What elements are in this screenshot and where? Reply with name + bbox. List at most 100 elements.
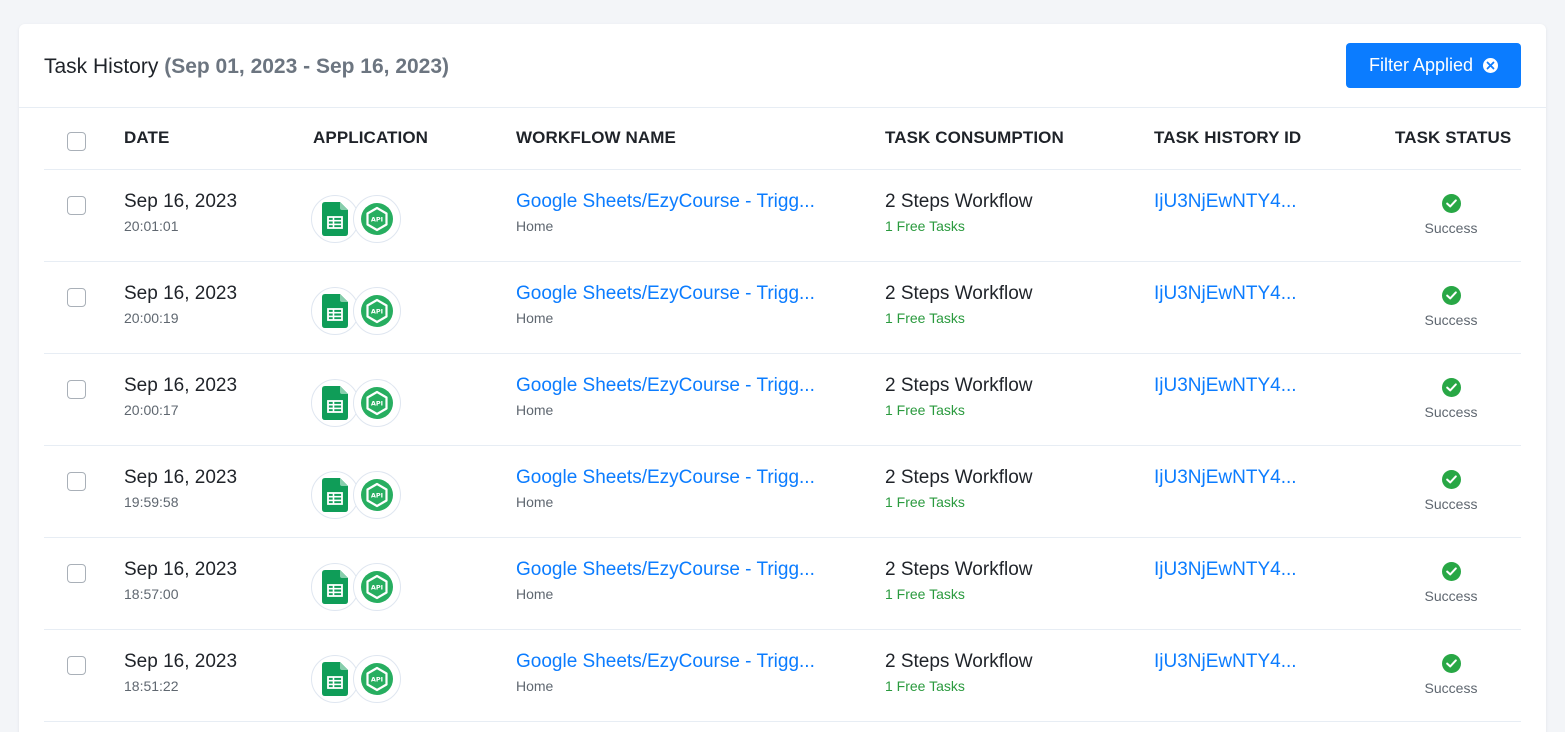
free-tasks-count: 1 Free Tasks bbox=[885, 586, 965, 602]
workflow-name-link[interactable]: Google Sheets/EzyCourse - Trigg... bbox=[516, 467, 815, 489]
free-tasks-count: 1 Free Tasks bbox=[885, 678, 965, 694]
table-row: Sep 16, 2023 20:01:01 API Google Sheets/… bbox=[44, 170, 1521, 262]
task-status: Success bbox=[1394, 654, 1508, 704]
workflow-name-link[interactable]: Google Sheets/EzyCourse - Trigg... bbox=[516, 191, 815, 213]
task-history-table: DATE APPLICATION WORKFLOW NAME TASK CONS… bbox=[44, 108, 1521, 722]
svg-text:API: API bbox=[371, 308, 383, 316]
free-tasks-count: 1 Free Tasks bbox=[885, 310, 965, 326]
column-header-task-consumption: TASK CONSUMPTION bbox=[885, 128, 1064, 147]
task-consumption: 2 Steps Workflow bbox=[885, 651, 1033, 672]
table-row: Sep 16, 2023 20:00:19 API Google Sheets/… bbox=[44, 262, 1521, 354]
select-all-checkbox[interactable] bbox=[67, 132, 86, 151]
workflow-folder: Home bbox=[516, 402, 554, 418]
status-label: Success bbox=[1424, 680, 1478, 696]
workflow-folder: Home bbox=[516, 218, 554, 234]
task-history-card: Task History (Sep 01, 2023 - Sep 16, 202… bbox=[19, 24, 1546, 732]
filter-applied-label: Filter Applied bbox=[1368, 55, 1474, 75]
table-row: Sep 16, 2023 20:00:17 API Google Sheets/… bbox=[44, 354, 1521, 446]
svg-text:API: API bbox=[371, 492, 383, 500]
free-tasks-count: 1 Free Tasks bbox=[885, 494, 965, 510]
svg-text:API: API bbox=[371, 676, 383, 684]
google-sheets-icon bbox=[311, 563, 359, 611]
row-time: 19:59:58 bbox=[124, 494, 179, 510]
svg-text:API: API bbox=[371, 584, 383, 592]
status-label: Success bbox=[1424, 496, 1478, 512]
task-status: Success bbox=[1394, 470, 1508, 520]
card-header: Task History (Sep 01, 2023 - Sep 16, 202… bbox=[19, 24, 1546, 108]
row-applications: API bbox=[311, 655, 406, 705]
google-sheets-icon bbox=[311, 471, 359, 519]
api-icon: API bbox=[353, 563, 401, 611]
success-check-icon bbox=[1442, 378, 1461, 397]
google-sheets-icon bbox=[311, 195, 359, 243]
api-icon: API bbox=[353, 471, 401, 519]
row-time: 18:51:22 bbox=[124, 678, 179, 694]
status-label: Success bbox=[1424, 588, 1478, 604]
task-history-id-link[interactable]: IjU3NjEwNTY4... bbox=[1154, 191, 1297, 213]
task-consumption: 2 Steps Workflow bbox=[885, 559, 1033, 580]
task-consumption: 2 Steps Workflow bbox=[885, 467, 1033, 488]
workflow-name-link[interactable]: Google Sheets/EzyCourse - Trigg... bbox=[516, 651, 815, 673]
date-range: (Sep 01, 2023 - Sep 16, 2023) bbox=[164, 55, 450, 78]
task-history-id-link[interactable]: IjU3NjEwNTY4... bbox=[1154, 283, 1297, 305]
table-row: Sep 16, 2023 18:57:00 API Google Sheets/… bbox=[44, 538, 1521, 630]
task-consumption: 2 Steps Workflow bbox=[885, 191, 1033, 212]
row-time: 18:57:00 bbox=[124, 586, 179, 602]
row-date: Sep 16, 2023 bbox=[124, 467, 238, 488]
table-row: Sep 16, 2023 18:51:22 API Google Sheets/… bbox=[44, 630, 1521, 722]
row-checkbox[interactable] bbox=[67, 288, 86, 307]
success-check-icon bbox=[1442, 194, 1461, 213]
google-sheets-icon bbox=[311, 379, 359, 427]
free-tasks-count: 1 Free Tasks bbox=[885, 218, 965, 234]
page-title: Task History (Sep 01, 2023 - Sep 16, 202… bbox=[44, 54, 449, 80]
column-header-workflow-name: WORKFLOW NAME bbox=[516, 128, 676, 147]
column-header-task-status: TASK STATUS bbox=[1395, 128, 1512, 147]
row-time: 20:00:17 bbox=[124, 402, 179, 418]
status-label: Success bbox=[1424, 312, 1478, 328]
success-check-icon bbox=[1442, 562, 1461, 581]
success-check-icon bbox=[1442, 286, 1461, 305]
task-history-id-link[interactable]: IjU3NjEwNTY4... bbox=[1154, 559, 1297, 581]
column-header-date: DATE bbox=[124, 128, 170, 147]
task-consumption: 2 Steps Workflow bbox=[885, 375, 1033, 396]
row-time: 20:01:01 bbox=[124, 218, 179, 234]
free-tasks-count: 1 Free Tasks bbox=[885, 402, 965, 418]
row-checkbox[interactable] bbox=[67, 564, 86, 583]
row-date: Sep 16, 2023 bbox=[124, 191, 238, 212]
task-history-id-link[interactable]: IjU3NjEwNTY4... bbox=[1154, 375, 1297, 397]
table-header-row: DATE APPLICATION WORKFLOW NAME TASK CONS… bbox=[44, 108, 1521, 170]
success-check-icon bbox=[1442, 654, 1461, 673]
workflow-name-link[interactable]: Google Sheets/EzyCourse - Trigg... bbox=[516, 375, 815, 397]
status-label: Success bbox=[1424, 404, 1478, 420]
workflow-folder: Home bbox=[516, 678, 554, 694]
workflow-name-link[interactable]: Google Sheets/EzyCourse - Trigg... bbox=[516, 559, 815, 581]
row-checkbox[interactable] bbox=[67, 472, 86, 491]
row-applications: API bbox=[311, 195, 406, 245]
google-sheets-icon bbox=[311, 287, 359, 335]
row-time: 20:00:19 bbox=[124, 310, 179, 326]
row-date: Sep 16, 2023 bbox=[124, 283, 238, 304]
google-sheets-icon bbox=[311, 655, 359, 703]
api-icon: API bbox=[353, 287, 401, 335]
filter-applied-button[interactable]: Filter Applied bbox=[1346, 43, 1521, 88]
row-checkbox[interactable] bbox=[67, 380, 86, 399]
task-status: Success bbox=[1394, 378, 1508, 428]
workflow-folder: Home bbox=[516, 586, 554, 602]
workflow-folder: Home bbox=[516, 310, 554, 326]
row-applications: API bbox=[311, 471, 406, 521]
task-status: Success bbox=[1394, 286, 1508, 336]
row-checkbox[interactable] bbox=[67, 196, 86, 215]
workflow-folder: Home bbox=[516, 494, 554, 510]
task-history-id-link[interactable]: IjU3NjEwNTY4... bbox=[1154, 467, 1297, 489]
clear-filter-icon[interactable] bbox=[1483, 58, 1499, 73]
api-icon: API bbox=[353, 195, 401, 243]
task-status: Success bbox=[1394, 194, 1508, 244]
table-body: Sep 16, 2023 20:01:01 API Google Sheets/… bbox=[44, 170, 1521, 722]
row-checkbox[interactable] bbox=[67, 656, 86, 675]
row-applications: API bbox=[311, 287, 406, 337]
task-history-id-link[interactable]: IjU3NjEwNTY4... bbox=[1154, 651, 1297, 673]
task-consumption: 2 Steps Workflow bbox=[885, 283, 1033, 304]
page-title-text: Task History bbox=[44, 55, 159, 78]
status-label: Success bbox=[1424, 220, 1478, 236]
workflow-name-link[interactable]: Google Sheets/EzyCourse - Trigg... bbox=[516, 283, 815, 305]
